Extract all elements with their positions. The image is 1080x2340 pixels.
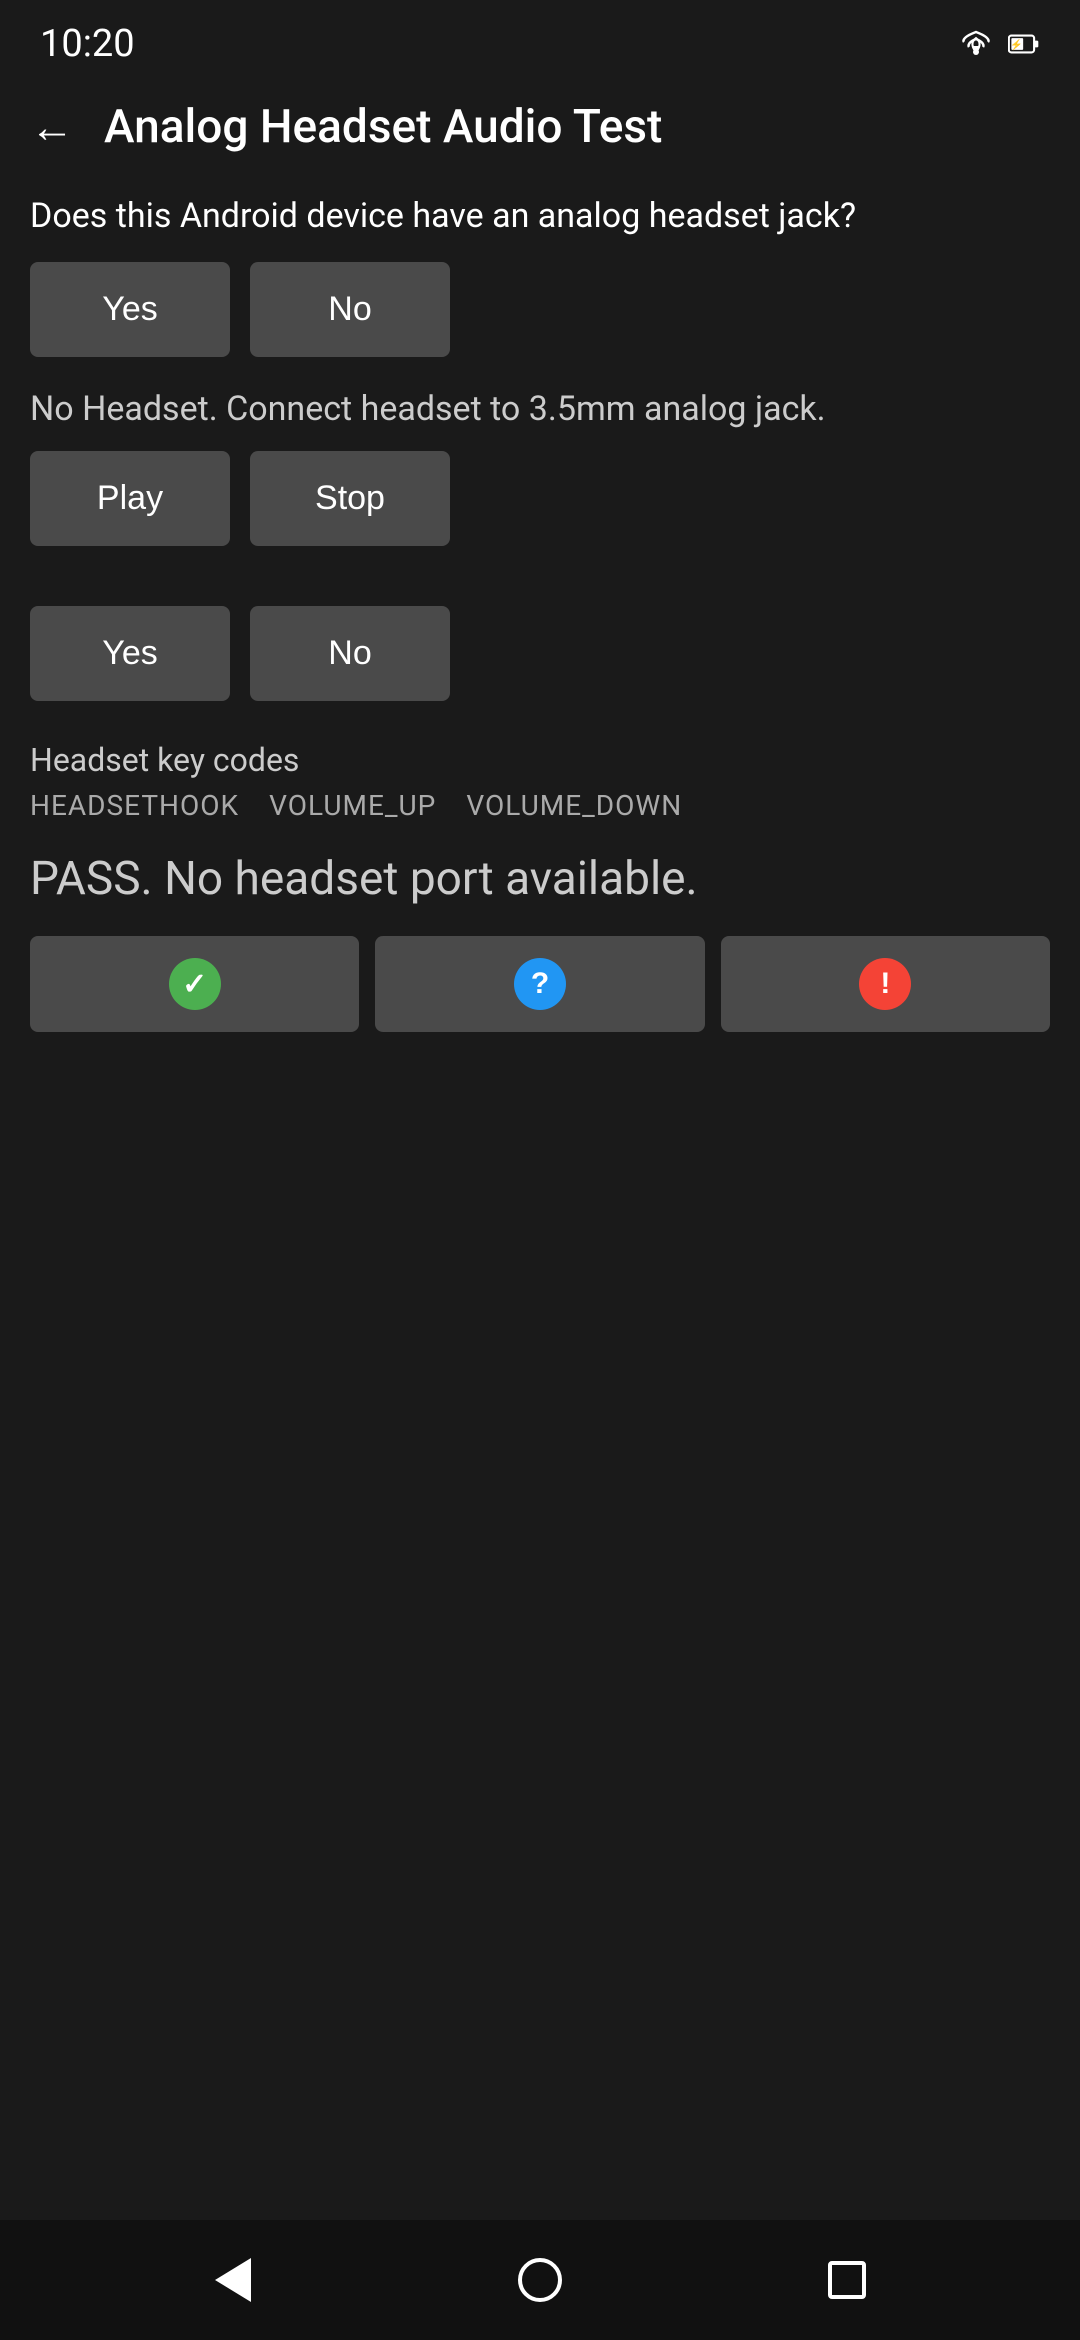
keycodes-label: Headset key codes — [30, 741, 1050, 779]
keycodes-row: HEADSETHOOK VOLUME_UP VOLUME_DOWN — [30, 789, 1050, 822]
yes-button-2[interactable]: Yes — [30, 606, 230, 701]
nav-back-icon — [215, 2258, 251, 2302]
yes-no-buttons-1: Yes No — [30, 262, 1050, 357]
pass-text: PASS. No headset port available. — [30, 852, 1050, 906]
status-time: 10:20 — [40, 22, 135, 66]
back-button[interactable]: ← — [30, 105, 74, 149]
keycodes-section: Headset key codes HEADSETHOOK VOLUME_UP … — [30, 741, 1050, 842]
pass-icon: ✓ — [169, 958, 221, 1010]
divider-1 — [30, 576, 1050, 606]
info-icon: ? — [514, 958, 566, 1010]
nav-bar — [0, 2220, 1080, 2340]
fail-icon: ! — [859, 958, 911, 1010]
svg-text:⚡: ⚡ — [1010, 38, 1023, 51]
main-content: Does this Android device have an analog … — [0, 174, 1080, 2220]
keycode-volume-down: VOLUME_DOWN — [466, 789, 682, 822]
nav-recents-button[interactable] — [807, 2240, 887, 2320]
play-stop-buttons: Play Stop — [30, 451, 1050, 546]
page-title: Analog Headset Audio Test — [104, 100, 662, 154]
keycode-volume-up: VOLUME_UP — [269, 789, 436, 822]
no-button-1[interactable]: No — [250, 262, 450, 357]
fail-result-button[interactable]: ! — [721, 936, 1050, 1032]
yes-no-buttons-2: Yes No — [30, 606, 1050, 701]
nav-recents-icon — [828, 2261, 866, 2299]
play-button[interactable]: Play — [30, 451, 230, 546]
status-bar: 10:20 ⚡ — [0, 0, 1080, 80]
stop-button[interactable]: Stop — [250, 451, 450, 546]
keycode-headsethook: HEADSETHOOK — [30, 789, 239, 822]
no-button-2[interactable]: No — [250, 606, 450, 701]
nav-home-button[interactable] — [500, 2240, 580, 2320]
yes-button-1[interactable]: Yes — [30, 262, 230, 357]
toolbar: ← Analog Headset Audio Test — [0, 80, 1080, 174]
headset-question: Does this Android device have an analog … — [30, 194, 1050, 238]
headset-info-text: No Headset. Connect headset to 3.5mm ana… — [30, 387, 1050, 431]
info-result-button[interactable]: ? — [375, 936, 704, 1032]
result-buttons-row: ✓ ? ! — [30, 936, 1050, 1032]
status-icons: ⚡ — [958, 30, 1040, 58]
battery-icon: ⚡ — [1008, 30, 1040, 58]
nav-home-icon — [518, 2258, 562, 2302]
nav-back-button[interactable] — [193, 2240, 273, 2320]
pass-result-button[interactable]: ✓ — [30, 936, 359, 1032]
wifi-icon — [958, 30, 994, 58]
